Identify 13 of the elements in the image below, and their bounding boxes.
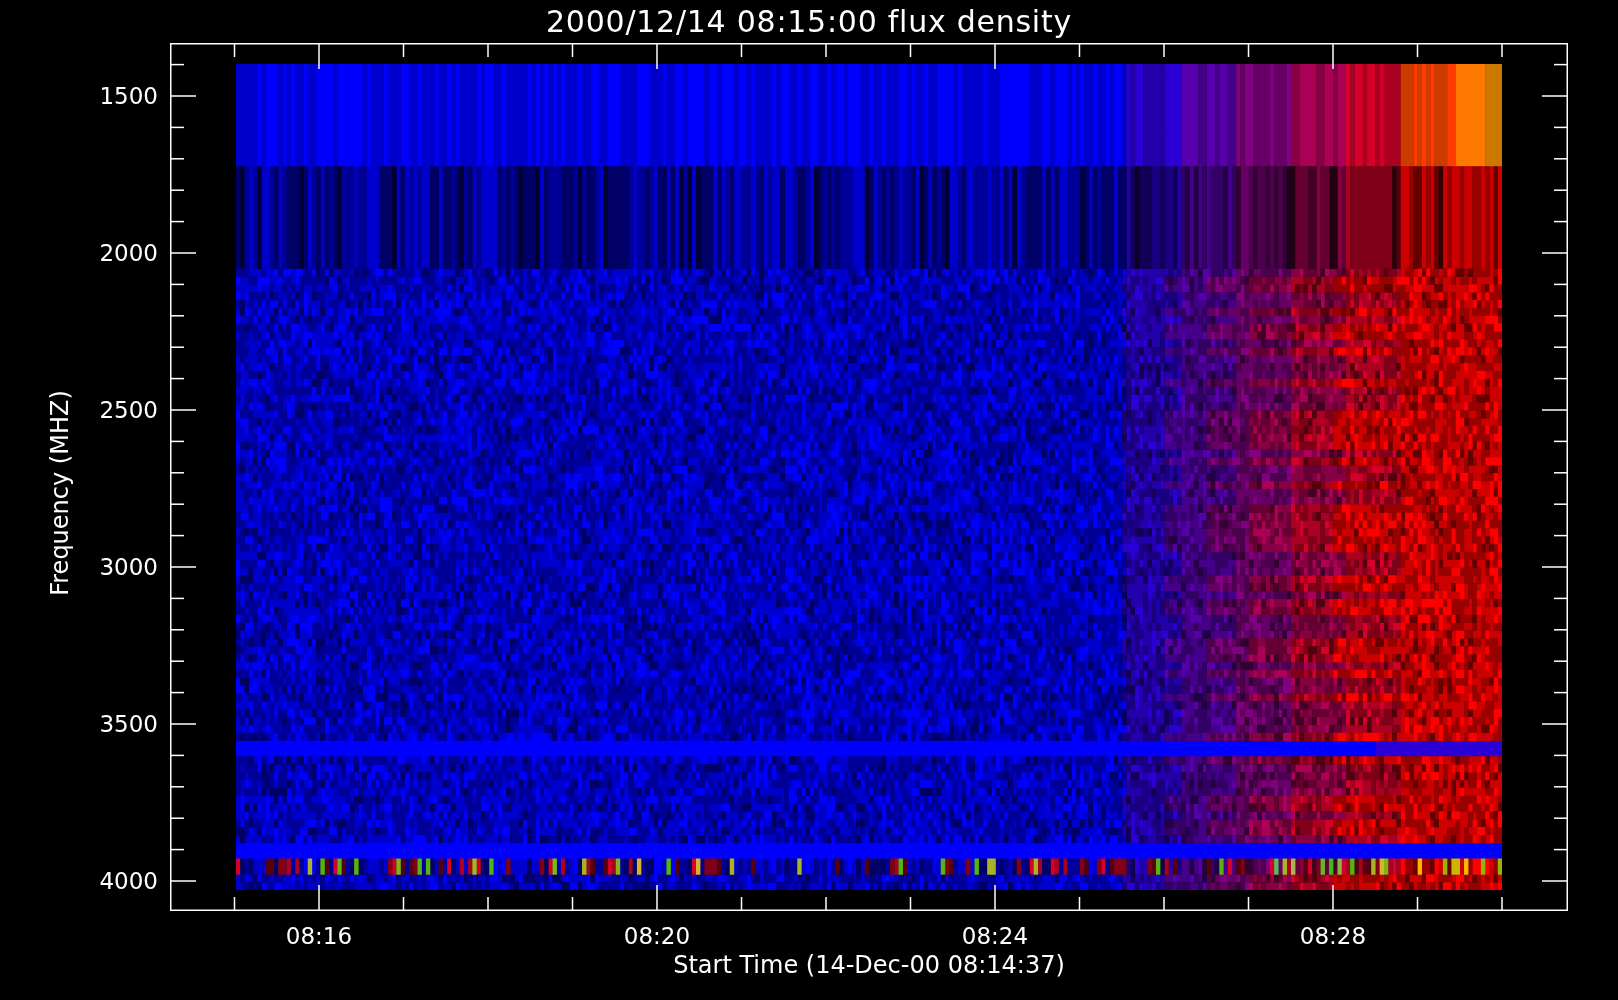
- y-tick-label: 3500: [98, 710, 158, 738]
- y-tick-label: 3000: [98, 553, 158, 581]
- y-tick-label: 1500: [98, 82, 158, 110]
- y-axis-label: Frequency (MHZ): [45, 390, 75, 596]
- x-tick-label: 08:16: [284, 922, 354, 950]
- y-tick-label: 4000: [98, 867, 158, 895]
- y-tick-label: 2500: [98, 396, 158, 424]
- x-tick-label: 08:24: [960, 922, 1030, 950]
- x-axis-label: Start Time (14-Dec-00 08:14:37): [672, 950, 1066, 980]
- x-tick-label: 08:28: [1298, 922, 1368, 950]
- chart-title: 2000/12/14 08:15:00 flux density: [545, 3, 1073, 41]
- y-tick-label: 2000: [98, 239, 158, 267]
- x-tick-label: 08:20: [622, 922, 692, 950]
